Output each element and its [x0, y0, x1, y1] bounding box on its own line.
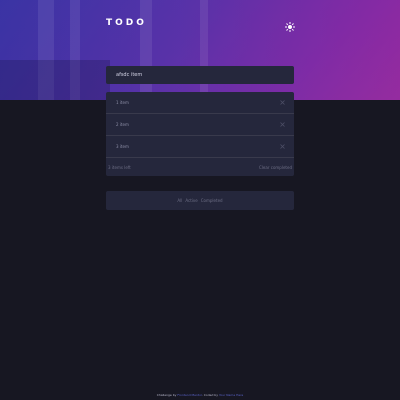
items-left-count: 3 items left	[108, 165, 131, 170]
todo-list: 1 item 2 item 3 item 3 items left Clear …	[106, 92, 294, 176]
filter-bar: All Active Completed	[106, 191, 294, 210]
background-pillar	[200, 0, 208, 100]
background-pillar	[140, 0, 152, 100]
delete-todo-button[interactable]	[280, 144, 285, 151]
filter-active-button[interactable]: Active	[185, 198, 197, 203]
background-shadow	[0, 60, 110, 100]
attribution-coded-text: . Coded by	[201, 393, 218, 397]
cross-icon	[280, 100, 285, 105]
todo-item-label: 3 item	[116, 144, 129, 149]
frontend-mentor-link[interactable]: Frontend Mentor	[177, 393, 202, 397]
todo-item[interactable]: 1 item	[106, 92, 294, 114]
new-todo-input[interactable]	[106, 66, 294, 84]
app-title: TODO	[106, 18, 147, 28]
todo-item-label: 2 item	[116, 122, 129, 127]
author-link[interactable]: Your Name Here	[219, 393, 243, 397]
delete-todo-button[interactable]	[280, 122, 285, 129]
cross-icon	[280, 144, 285, 149]
delete-todo-button[interactable]	[280, 100, 285, 107]
attribution: Challenge by Frontend Mentor. Coded by Y…	[0, 393, 400, 397]
clear-completed-button[interactable]: Clear completed	[259, 165, 292, 170]
filter-all-button[interactable]: All	[177, 198, 182, 203]
theme-toggle-button[interactable]	[284, 18, 296, 32]
hero-background: TODO	[0, 0, 400, 100]
attribution-challenge-text: Challenge by	[156, 393, 177, 397]
todo-item-label: 1 item	[116, 100, 129, 105]
todo-item[interactable]: 2 item	[106, 114, 294, 136]
new-todo-field[interactable]	[106, 66, 294, 84]
sun-icon	[285, 22, 295, 32]
cross-icon	[280, 122, 285, 127]
filter-completed-button[interactable]: Completed	[201, 198, 223, 203]
todo-list-footer: 3 items left Clear completed	[106, 158, 294, 176]
todo-item[interactable]: 3 item	[106, 136, 294, 158]
